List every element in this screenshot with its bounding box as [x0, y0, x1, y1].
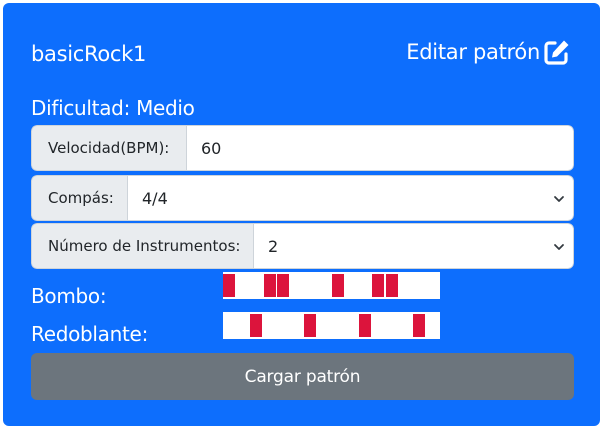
snare-label: Redoblante: — [31, 322, 149, 346]
step-hit[interactable] — [331, 274, 344, 297]
bass-drum-track[interactable] — [223, 272, 440, 299]
instrument-count-label: Número de Instrumentos: — [31, 223, 253, 269]
step-hit[interactable] — [250, 314, 263, 337]
instrument-count-group: Número de Instrumentos: 2 — [31, 223, 574, 269]
time-signature-select[interactable]: 4/4 — [127, 175, 574, 221]
step-hit[interactable] — [358, 314, 371, 337]
edit-icon[interactable] — [542, 37, 572, 67]
step-hit[interactable] — [277, 274, 290, 297]
step-hit[interactable] — [412, 314, 425, 337]
time-signature-group: Compás: 4/4 — [31, 175, 574, 221]
tempo-input-group: Velocidad(BPM): — [31, 125, 574, 171]
chevron-down-icon — [554, 196, 564, 202]
pattern-card: basicRock1 Editar patrón Dificultad: Med… — [3, 3, 600, 426]
step-hit[interactable] — [263, 274, 276, 297]
load-pattern-button[interactable]: Cargar patrón — [31, 353, 574, 400]
step-hit[interactable] — [304, 314, 317, 337]
edit-pattern-label: Editar patrón — [406, 40, 540, 64]
time-signature-value: 4/4 — [142, 188, 168, 208]
step-hit[interactable] — [372, 274, 385, 297]
step-hit[interactable] — [385, 274, 398, 297]
bass-drum-label: Bombo: — [31, 284, 107, 308]
step-hit[interactable] — [223, 274, 235, 297]
tempo-label: Velocidad(BPM): — [31, 125, 186, 171]
difficulty-label: Dificultad: Medio — [31, 96, 195, 120]
chevron-down-icon — [554, 244, 564, 250]
tempo-input[interactable] — [201, 138, 559, 158]
tempo-field-wrapper — [186, 125, 574, 171]
snare-track[interactable] — [223, 312, 440, 339]
edit-pattern-link[interactable]: Editar patrón — [406, 37, 572, 67]
pattern-title: basicRock1 — [31, 42, 147, 66]
time-signature-label: Compás: — [31, 175, 127, 221]
instrument-count-value: 2 — [268, 236, 279, 256]
instrument-count-select[interactable]: 2 — [253, 223, 574, 269]
